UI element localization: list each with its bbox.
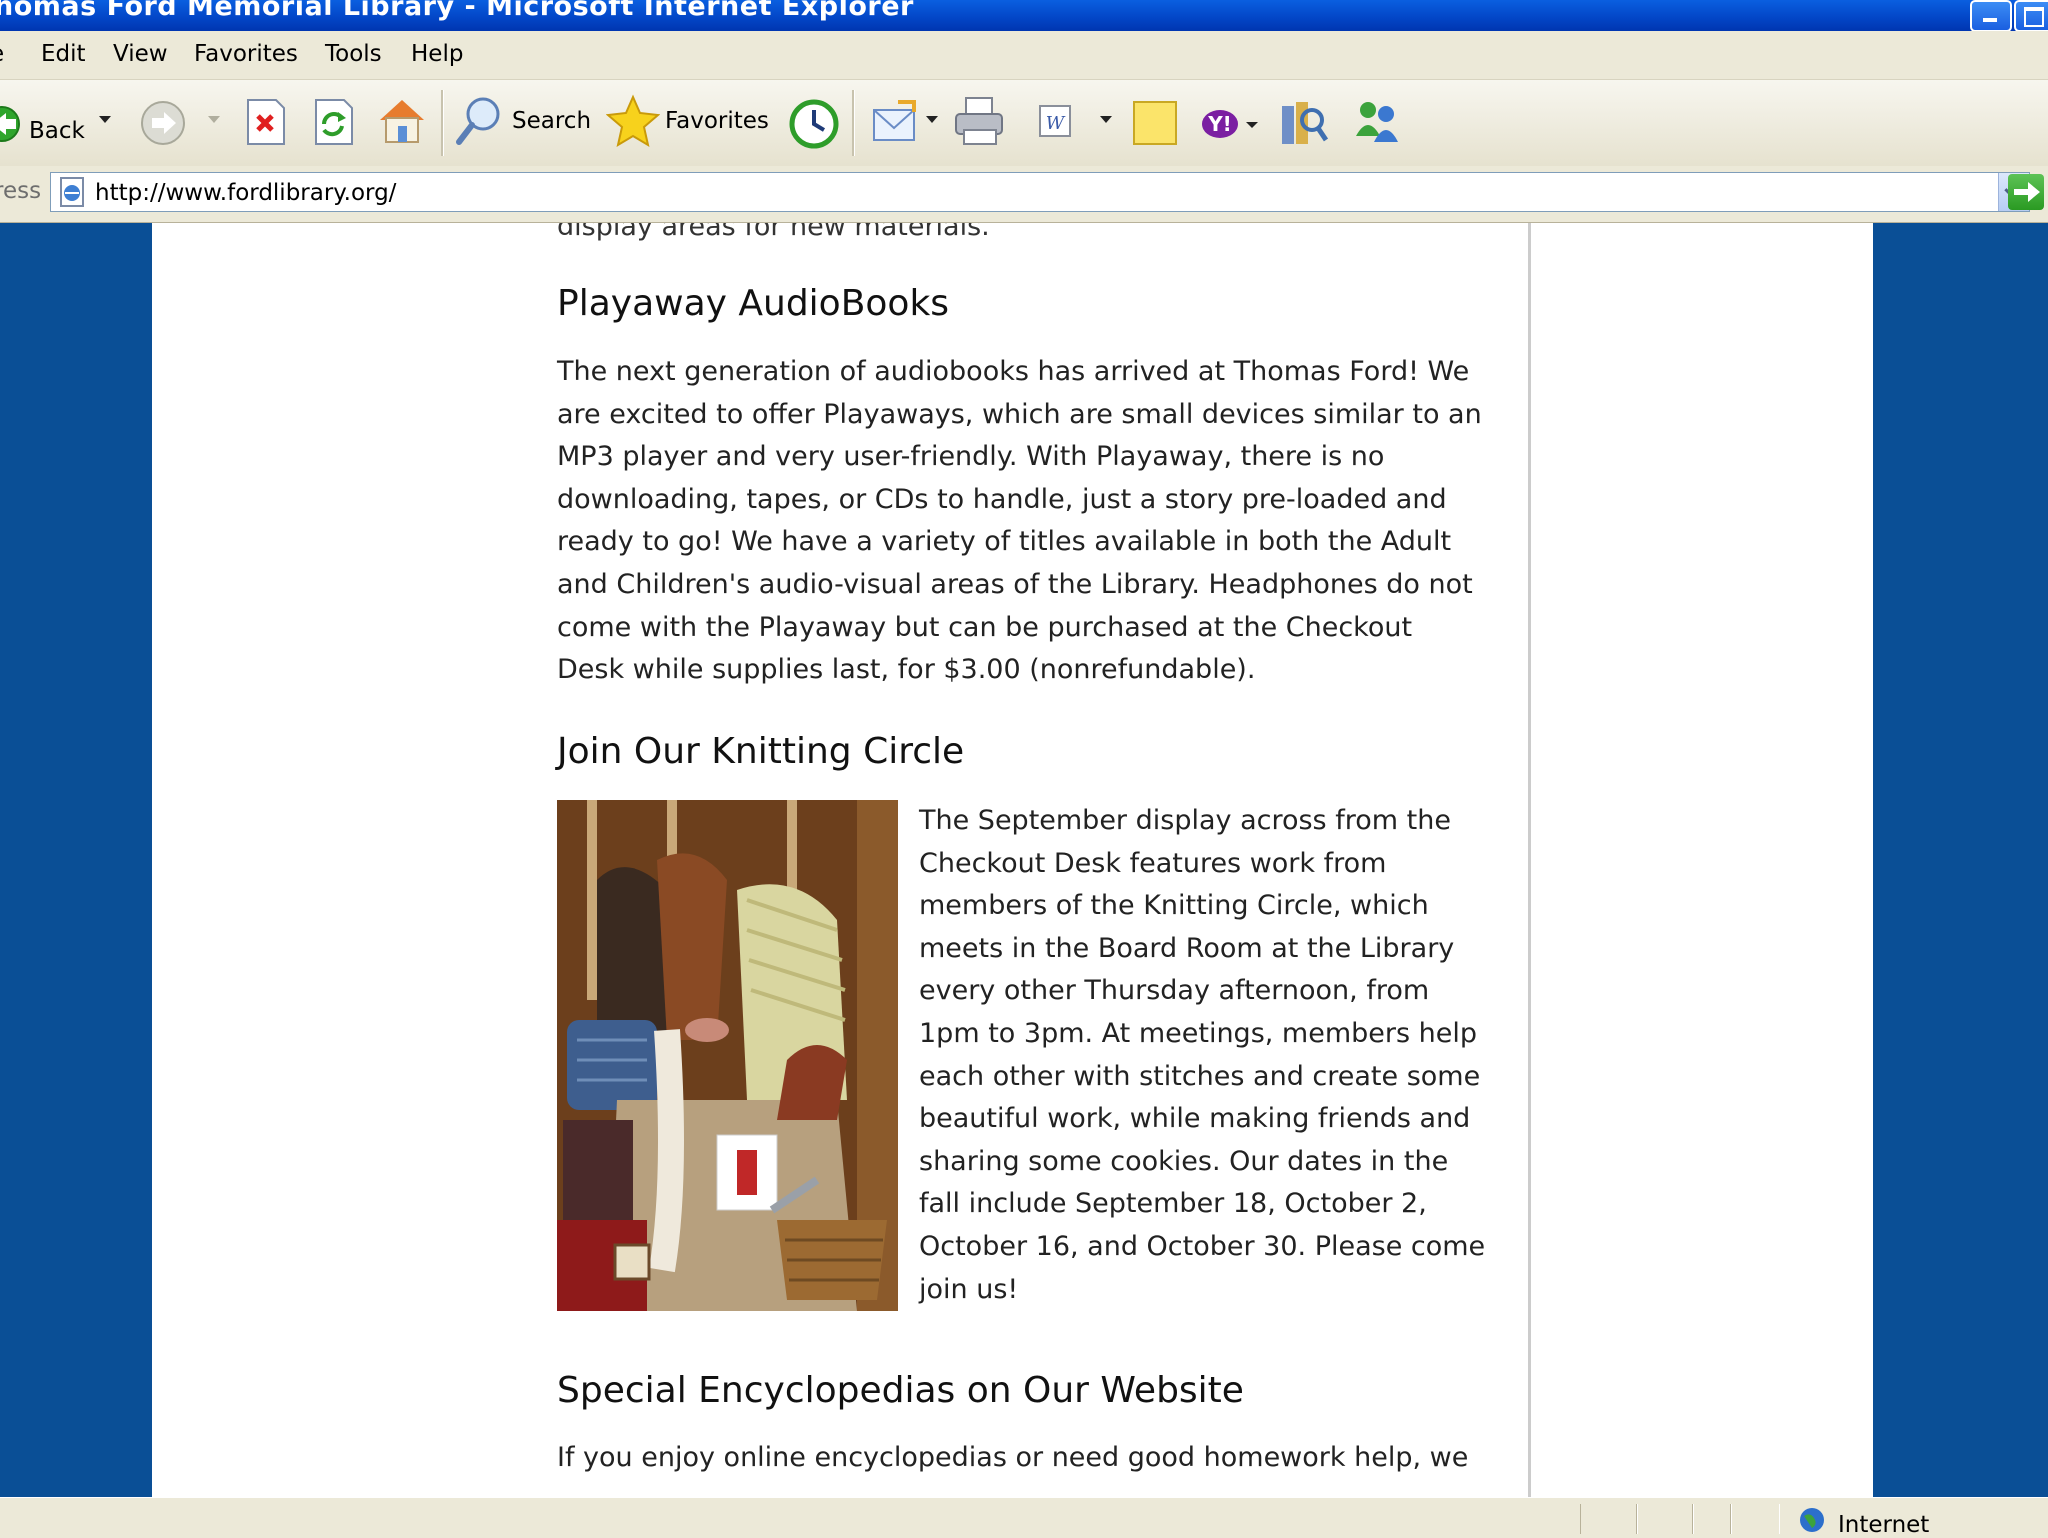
word-document-icon: W (1039, 105, 1071, 137)
knitting-heading: Join Our Knitting Circle (557, 731, 965, 772)
messenger-icon (1356, 102, 1398, 142)
menu-favorites[interactable]: Favorites (194, 41, 298, 67)
research-books-icon (1282, 102, 1329, 144)
history-button[interactable] (788, 98, 840, 150)
status-cell (1730, 1504, 1780, 1534)
internet-zone-globe-icon (1800, 1508, 1824, 1532)
refresh-icon (315, 99, 353, 145)
messenger-button[interactable] (1350, 96, 1404, 148)
forward-dropdown-icon[interactable] (208, 116, 220, 123)
history-icon (789, 99, 839, 149)
go-button[interactable] (2008, 174, 2044, 210)
back-arrow-icon (0, 106, 20, 142)
knitting-paragraph: The September display across from the Ch… (919, 805, 1486, 1305)
svg-text:Y!: Y! (1207, 112, 1232, 136)
status-bar: Internet (0, 1497, 2048, 1538)
page-panel: display areas for new materials. Playawa… (152, 223, 1873, 1497)
search-label: Search (512, 108, 592, 134)
security-zone-label: Internet (1838, 1512, 1930, 1538)
edit-with-word-button[interactable]: W (1036, 102, 1076, 142)
playaway-paragraph: The next generation of audiobooks has ar… (557, 356, 1482, 686)
window-title-bar[interactable]: homas Ford Memorial Library - Microsoft … (0, 0, 2048, 31)
menu-file[interactable]: e (0, 41, 4, 67)
printer-icon (955, 97, 1003, 145)
standard-toolbar: Back Search Favorites W Y! (0, 80, 2048, 167)
address-label: ress (0, 178, 42, 204)
back-dropdown-icon[interactable] (99, 116, 111, 123)
stop-button[interactable] (244, 98, 288, 146)
toolbar-separator (441, 90, 444, 156)
sticky-note-icon (1133, 101, 1177, 145)
stop-icon (247, 99, 285, 145)
go-arrow-icon (2014, 182, 2040, 202)
discuss-button[interactable] (1130, 98, 1180, 148)
edit-dropdown-icon[interactable] (1100, 116, 1112, 123)
playaway-heading: Playaway AudioBooks (557, 283, 950, 324)
yahoo-icon: Y! (1202, 110, 1258, 138)
address-bar: ress http://www.fordlibrary.org/ (0, 166, 2048, 223)
web-content-area[interactable]: display areas for new materials. Playawa… (0, 223, 2048, 1497)
status-cell (1636, 1504, 1694, 1534)
menu-view[interactable]: View (113, 41, 168, 67)
ie-page-icon (60, 177, 84, 207)
forward-button[interactable] (140, 100, 186, 146)
refresh-button[interactable] (312, 98, 356, 146)
menu-tools[interactable]: Tools (325, 41, 382, 67)
toolbar-separator (852, 90, 855, 156)
window-title: homas Ford Memorial Library - Microsoft … (0, 0, 914, 22)
maximize-button[interactable] (2014, 0, 2048, 31)
status-cell (1580, 1504, 1638, 1534)
status-cell (1692, 1504, 1732, 1534)
mail-button[interactable] (872, 100, 922, 146)
forward-arrow-icon (141, 101, 185, 145)
print-button[interactable] (952, 96, 1008, 148)
minimize-button[interactable] (1970, 0, 2012, 31)
encyclopedias-paragraph: If you enjoy online encyclopedias or nee… (557, 1442, 1469, 1473)
back-label: Back (29, 118, 85, 144)
clipped-text-line: display areas for new materials. (557, 223, 990, 242)
svg-text:W: W (1046, 113, 1066, 134)
research-button[interactable] (1278, 96, 1329, 148)
home-icon (380, 100, 424, 143)
favorites-button[interactable]: Favorites (606, 94, 769, 154)
search-button[interactable]: Search (453, 94, 593, 154)
yahoo-button[interactable]: Y! (1200, 102, 1262, 146)
menu-edit[interactable]: Edit (41, 41, 86, 67)
back-button[interactable]: Back (0, 94, 86, 154)
favorites-star-icon (606, 94, 660, 148)
mail-dropdown-icon[interactable] (926, 116, 938, 123)
column-divider (1528, 223, 1531, 1497)
address-url: http://www.fordlibrary.org/ (95, 180, 397, 206)
favorites-label: Favorites (665, 108, 769, 134)
address-input[interactable]: http://www.fordlibrary.org/ (50, 172, 2030, 212)
mail-icon (873, 100, 916, 141)
home-button[interactable] (376, 96, 428, 146)
knitting-display-photo (557, 800, 898, 1311)
search-icon (456, 97, 500, 145)
menu-bar: e Edit View Favorites Tools Help (0, 31, 2048, 80)
knitting-photo-image (557, 800, 898, 1311)
encyclopedias-heading: Special Encyclopedias on Our Website (557, 1370, 1244, 1411)
menu-help[interactable]: Help (411, 41, 463, 67)
